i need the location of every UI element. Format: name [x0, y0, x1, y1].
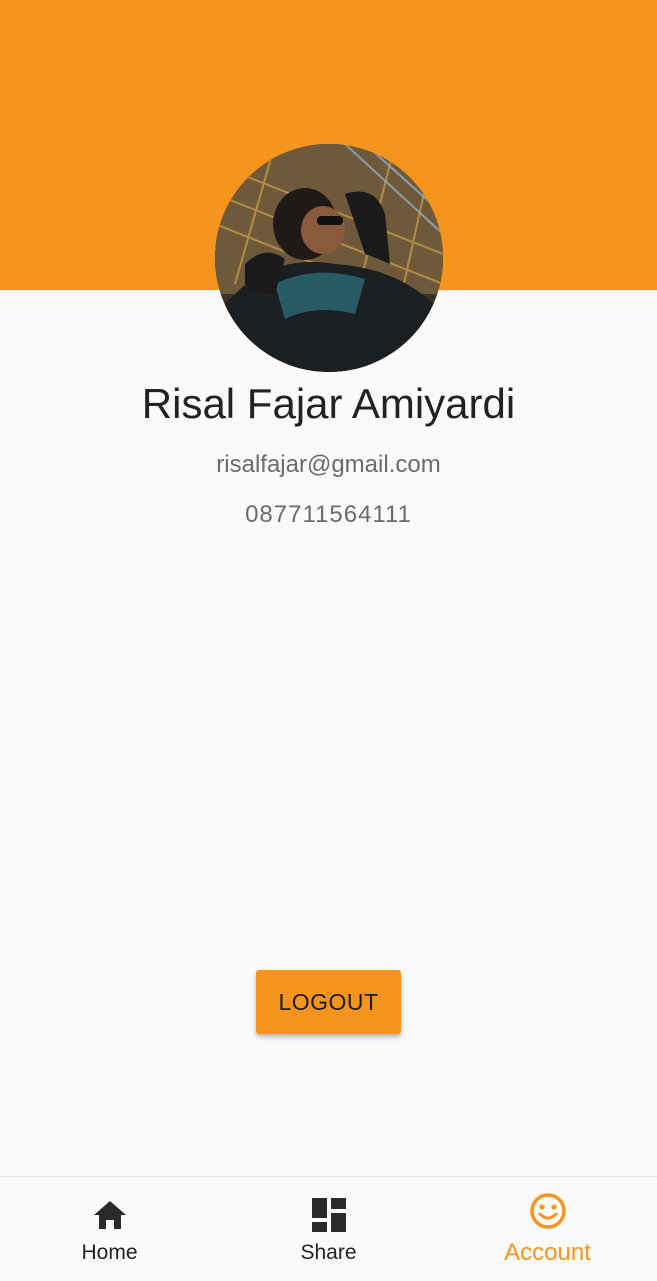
nav-item-account[interactable]: Account	[438, 1177, 657, 1281]
smiley-icon	[528, 1191, 568, 1231]
profile-name: Risal Fajar Amiyardi	[141, 380, 516, 427]
dashboard-icon	[309, 1195, 349, 1235]
nav-item-share[interactable]: Share	[219, 1177, 438, 1281]
profile-phone: 087711564111	[245, 501, 412, 528]
nav-item-home[interactable]: Home	[0, 1177, 219, 1281]
nav-label-share: Share	[300, 1241, 357, 1264]
logout-button[interactable]: LOGOUT	[256, 970, 401, 1034]
home-icon	[90, 1195, 130, 1235]
profile-email: risalfajar@gmail.com	[216, 451, 441, 478]
nav-label-home: Home	[81, 1241, 138, 1264]
nav-label-account: Account	[504, 1239, 591, 1266]
bottom-navigation: Home Share Account	[0, 1176, 657, 1281]
profile-avatar	[215, 144, 443, 372]
